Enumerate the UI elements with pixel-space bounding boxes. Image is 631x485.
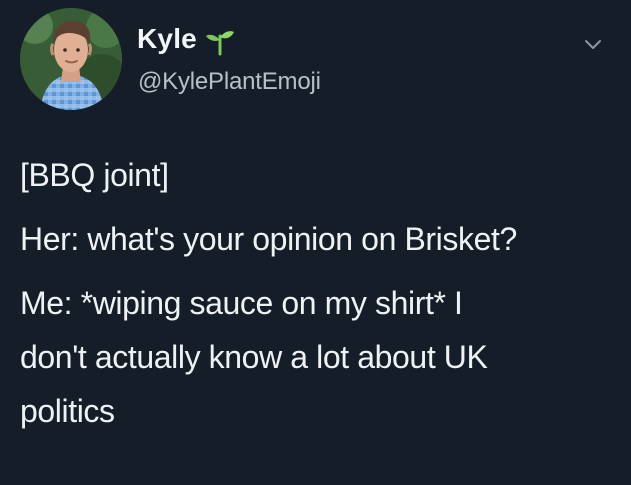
tweet-line-me-2: don't actually know a lot about UK (20, 339, 488, 375)
avatar-photo (20, 8, 122, 110)
tweet-line-me-3: politics (20, 393, 115, 429)
tweet-line-me-1: Me: *wiping sauce on my shirt* I (20, 285, 463, 321)
chevron-down-icon[interactable] (584, 38, 602, 50)
user-handle[interactable]: @KylePlantEmoji (138, 68, 321, 96)
seedling-icon (205, 26, 235, 56)
tweet-line-her: Her: what's your opinion on Brisket? (20, 221, 517, 257)
tweet-card: Kyle @KylePlantEmoji [BBQ joint] Her: wh… (0, 0, 631, 485)
display-name[interactable]: Kyle (137, 23, 197, 55)
tweet-line-setting: [BBQ joint] (20, 157, 169, 193)
tweet-text: [BBQ joint] Her: what's your opinion on … (20, 148, 620, 438)
name-row: Kyle (137, 22, 235, 56)
tweet-header: Kyle @KylePlantEmoji (20, 8, 610, 112)
avatar[interactable] (20, 8, 122, 110)
